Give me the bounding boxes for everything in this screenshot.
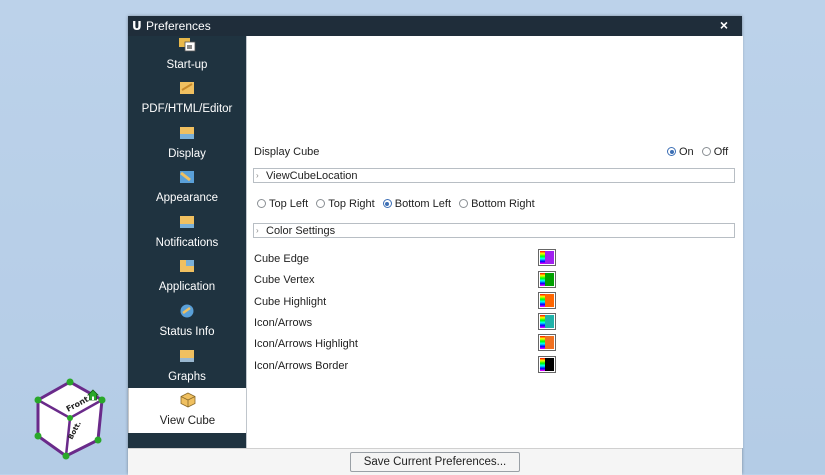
swatch-color (545, 336, 554, 349)
chevron-right-icon: › (256, 226, 259, 235)
graphs-icon (180, 349, 194, 362)
cube-edge-label: Cube Edge (254, 253, 310, 265)
radio-label: Top Left (269, 198, 309, 210)
preferences-window: U Preferences × Start-up PDF/HTML/Editor (128, 16, 743, 475)
cube-vertex[interactable] (34, 432, 42, 440)
notifications-icon (180, 215, 194, 228)
preferences-content: Display Cube On Off › ViewCubeLocation T… (246, 36, 743, 448)
cube-vertex[interactable] (94, 436, 102, 444)
swatch-color (545, 358, 554, 371)
sidebar-item-display[interactable]: Display (128, 121, 246, 166)
icon-arrows-border-label: Icon/Arrows Border (254, 360, 349, 372)
chevron-right-icon: › (256, 171, 259, 180)
location-top-right-option[interactable]: Top Right (316, 198, 375, 210)
swatch-color (545, 315, 554, 328)
section-title: ViewCubeLocation (264, 170, 360, 182)
sidebar-item-view-cube[interactable]: View Cube (128, 388, 246, 433)
app-logo-icon: U (132, 19, 142, 33)
radio-label: Top Right (328, 198, 375, 210)
icon-arrows-label: Icon/Arrows (254, 317, 313, 329)
application-icon (180, 260, 194, 273)
radio-button[interactable] (316, 199, 326, 208)
swatch-color (545, 294, 554, 307)
sidebar-item-label: Notifications (155, 236, 219, 249)
sidebar-item-application[interactable]: Application (128, 254, 246, 299)
color-settings-section: › Color Settings (253, 223, 735, 238)
sidebar-item-label: Application (158, 281, 216, 294)
radio-label: Bottom Left (394, 198, 452, 210)
cube-vertex[interactable] (62, 452, 70, 460)
sidebar-item-appearance[interactable]: Appearance (128, 165, 246, 210)
location-bottom-left-option[interactable]: Bottom Left (382, 198, 452, 210)
display-cube-label: Display Cube (254, 146, 320, 158)
icon-arrows-color-swatch[interactable] (538, 313, 556, 330)
sidebar-item-label: Appearance (155, 192, 219, 205)
home-icon[interactable] (87, 389, 99, 401)
cube-vertex[interactable] (34, 396, 42, 404)
sidebar-item-notifications[interactable]: Notifications (128, 210, 246, 255)
sidebar-item-label: Status Info (159, 325, 215, 338)
radio-button[interactable] (382, 199, 392, 208)
preferences-sidebar: Start-up PDF/HTML/Editor Display Appeara… (128, 36, 246, 448)
sidebar-item-graphs[interactable]: Graphs (128, 344, 246, 389)
sidebar-item-pdf-html-editor[interactable]: PDF/HTML/Editor (128, 76, 246, 121)
status-info-icon (180, 304, 194, 318)
icon-arrows-highlight-color-swatch[interactable] (538, 334, 556, 351)
title-bar: U Preferences × (128, 16, 742, 36)
sidebar-item-label: Start-up (166, 59, 208, 71)
dialog-footer: Save Current Preferences... (128, 448, 742, 475)
sidebar-item-start-up[interactable]: Start-up (128, 36, 246, 76)
view-cube-icon (180, 392, 195, 408)
display-cube-on-option[interactable]: On (667, 146, 694, 158)
cube-vertex-label: Cube Vertex (254, 274, 315, 286)
sidebar-item-label: PDF/HTML/Editor (141, 103, 233, 115)
icon-arrows-highlight-label: Icon/Arrows Highlight (254, 338, 358, 350)
sidebar-item-label: View Cube (159, 415, 216, 428)
display-icon (180, 126, 194, 139)
window-title: Preferences (146, 19, 211, 33)
display-cube-off-option[interactable]: Off (701, 146, 729, 158)
icon-arrows-border-color-swatch[interactable] (538, 356, 556, 373)
viewcube-location-radio-group: Top Left Top Right Bottom Left Bottom Ri… (257, 198, 540, 210)
location-bottom-right-option[interactable]: Bottom Right (459, 198, 535, 210)
sidebar-item-label: Display (168, 147, 206, 160)
radio-button[interactable] (257, 199, 266, 208)
radio-label: On (679, 146, 694, 158)
cube-edge-color-swatch[interactable] (538, 249, 556, 266)
cube-highlight-label: Cube Highlight (254, 296, 327, 308)
sidebar-item-label: Graphs (168, 370, 206, 383)
appearance-icon (180, 171, 194, 184)
close-icon[interactable]: × (720, 17, 728, 33)
cube-vertex[interactable] (66, 378, 74, 386)
swatch-color (545, 251, 554, 264)
radio-button[interactable] (459, 199, 469, 208)
cube-vertex[interactable] (98, 396, 106, 404)
location-top-left-option[interactable]: Top Left (257, 198, 308, 210)
cube-vertex-color-swatch[interactable] (538, 271, 556, 288)
radio-button[interactable] (667, 147, 676, 156)
radio-label: Bottom Right (471, 198, 535, 210)
display-cube-radio-group: On Off (667, 146, 733, 158)
viewcube-location-section: › ViewCubeLocation (253, 168, 735, 183)
cube-vertex[interactable] (67, 415, 73, 421)
save-preferences-button[interactable]: Save Current Preferences... (350, 452, 520, 472)
radio-button[interactable] (701, 147, 711, 156)
section-title: Color Settings (264, 225, 338, 237)
startup-icon (179, 38, 196, 52)
cube-highlight-color-swatch[interactable] (538, 292, 556, 309)
radio-label: Off (713, 146, 729, 158)
swatch-color (545, 273, 554, 286)
pdf-editor-icon (180, 82, 194, 94)
sidebar-item-status-info[interactable]: Status Info (128, 299, 246, 344)
